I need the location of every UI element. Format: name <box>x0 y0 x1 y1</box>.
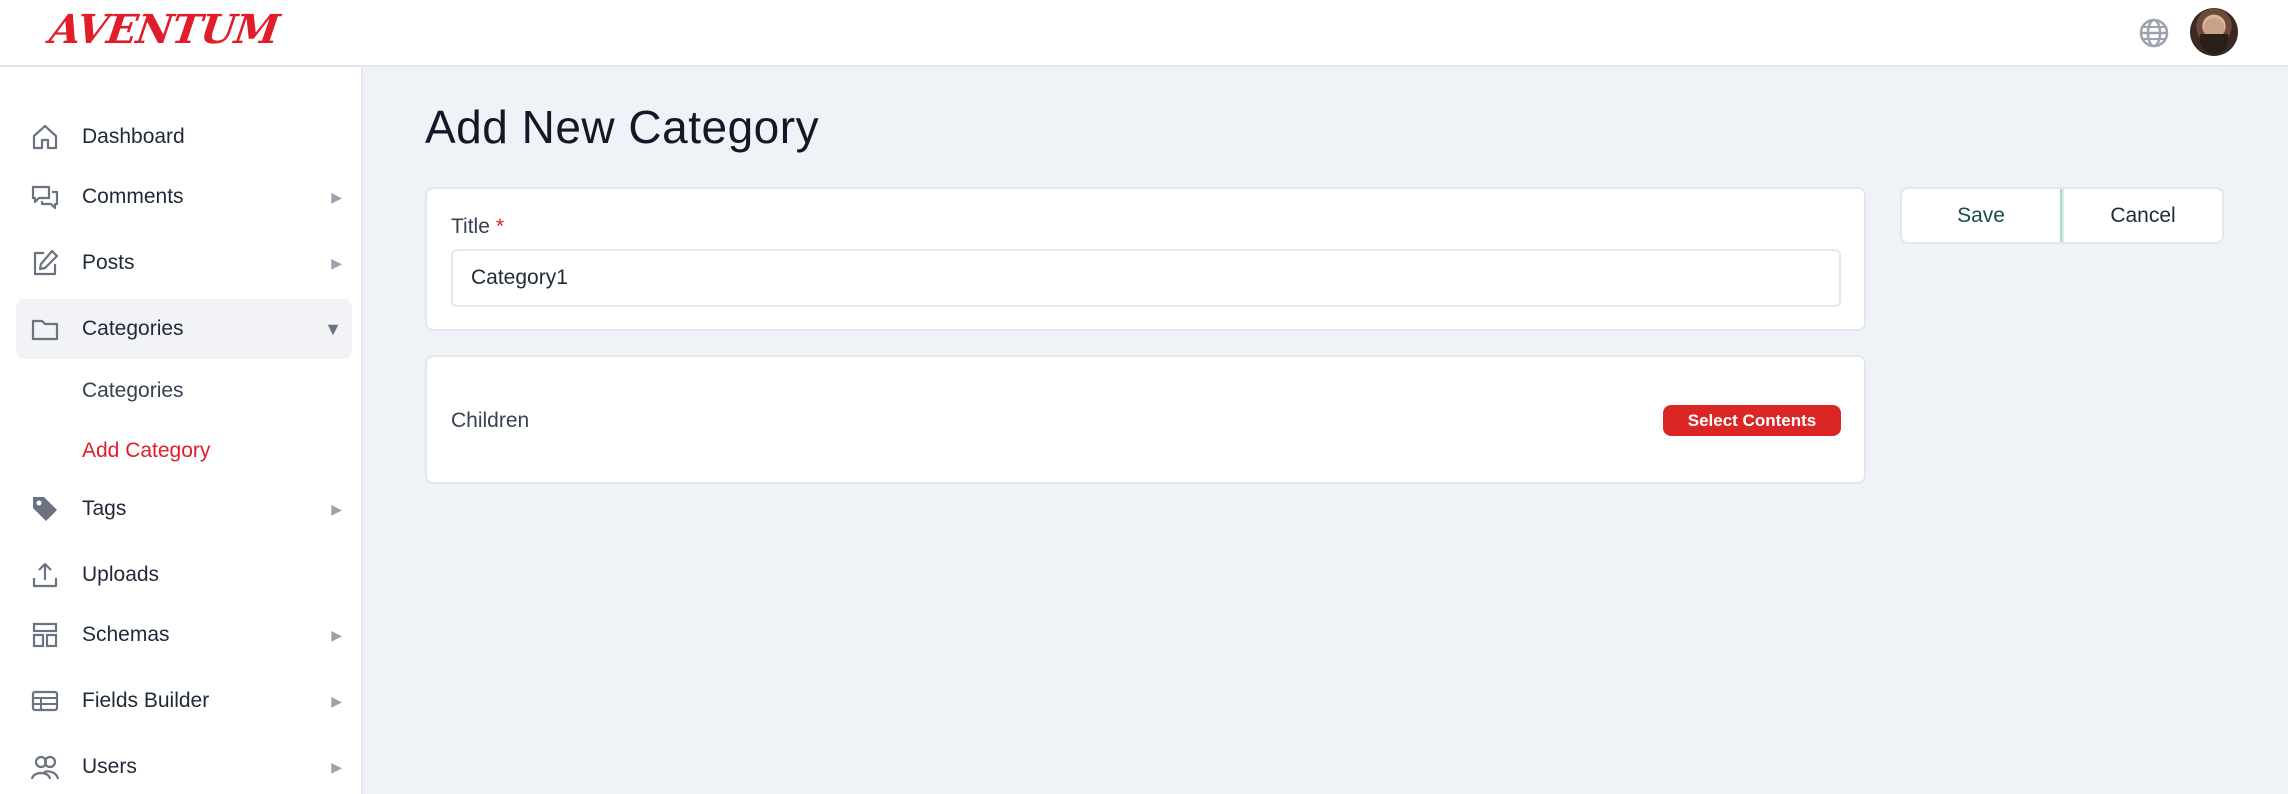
app-logo[interactable]: AVENTUM <box>47 6 282 53</box>
sidebar-item-fields-builder[interactable]: Fields Builder ▶ <box>16 671 352 731</box>
sidebar-item-label: Categories <box>82 317 184 340</box>
cancel-button[interactable]: Cancel <box>2062 189 2222 242</box>
sidebar-item-comments[interactable]: Comments ▶ <box>16 167 352 227</box>
chevron-right-icon: ▶ <box>331 626 342 643</box>
upload-icon <box>30 560 60 590</box>
chevron-down-icon: ▼ <box>324 318 342 339</box>
children-label: Children <box>451 409 530 432</box>
children-card: Children Select Contents <box>425 355 1866 484</box>
chevron-right-icon: ▶ <box>331 692 342 709</box>
chevron-right-icon: ▶ <box>331 500 342 517</box>
sidebar-item-label: Dashboard <box>82 125 185 148</box>
select-contents-button[interactable]: Select Contents <box>1663 405 1841 436</box>
sidebar-item-users[interactable]: Users ▶ <box>16 737 352 794</box>
sidebar-item-label: Uploads <box>82 563 160 586</box>
action-button-group: Save Cancel <box>1900 187 2224 244</box>
required-mark: * <box>495 215 505 238</box>
title-field-label: Title * <box>451 215 504 239</box>
edit-icon <box>30 248 60 278</box>
sidebar: Dashboard Comments ▶ Posts ▶ Categories … <box>0 67 363 794</box>
sidebar-item-label: Schemas <box>82 623 170 646</box>
sidebar-item-label: Posts <box>82 251 135 274</box>
title-card: Title * <box>425 187 1866 331</box>
chevron-right-icon: ▶ <box>331 188 342 205</box>
home-icon <box>30 122 60 152</box>
sidebar-item-dashboard[interactable]: Dashboard <box>16 107 352 167</box>
sidebar-item-label: Users <box>82 755 137 778</box>
title-input[interactable] <box>451 249 1841 307</box>
chevron-right-icon: ▶ <box>331 758 342 775</box>
sidebar-item-label: Comments <box>82 185 184 208</box>
sidebar-item-schemas[interactable]: Schemas ▶ <box>16 605 352 665</box>
title-label-text: Title <box>451 215 490 238</box>
sidebar-item-uploads[interactable]: Uploads <box>16 545 352 605</box>
layout-icon <box>30 620 60 650</box>
tag-icon <box>30 494 60 524</box>
table-icon <box>30 686 60 716</box>
top-header: AVENTUM <box>0 0 2288 67</box>
folder-icon <box>30 314 60 344</box>
sidebar-subitem-categories[interactable]: Categories <box>82 379 184 403</box>
avatar[interactable] <box>2190 8 2238 56</box>
sidebar-item-categories[interactable]: Categories ▼ <box>16 299 352 359</box>
save-button[interactable]: Save <box>1902 189 2062 242</box>
chevron-right-icon: ▶ <box>331 254 342 271</box>
users-icon <box>30 752 60 782</box>
sidebar-item-tags[interactable]: Tags ▶ <box>16 479 352 539</box>
sidebar-item-label: Fields Builder <box>82 689 210 712</box>
sidebar-subitem-add-category[interactable]: Add Category <box>82 439 210 463</box>
globe-icon[interactable] <box>2138 17 2170 49</box>
page-title: Add New Category <box>425 101 820 153</box>
sidebar-item-posts[interactable]: Posts ▶ <box>16 233 352 293</box>
sidebar-item-label: Tags <box>82 497 127 520</box>
comments-icon <box>30 182 60 212</box>
